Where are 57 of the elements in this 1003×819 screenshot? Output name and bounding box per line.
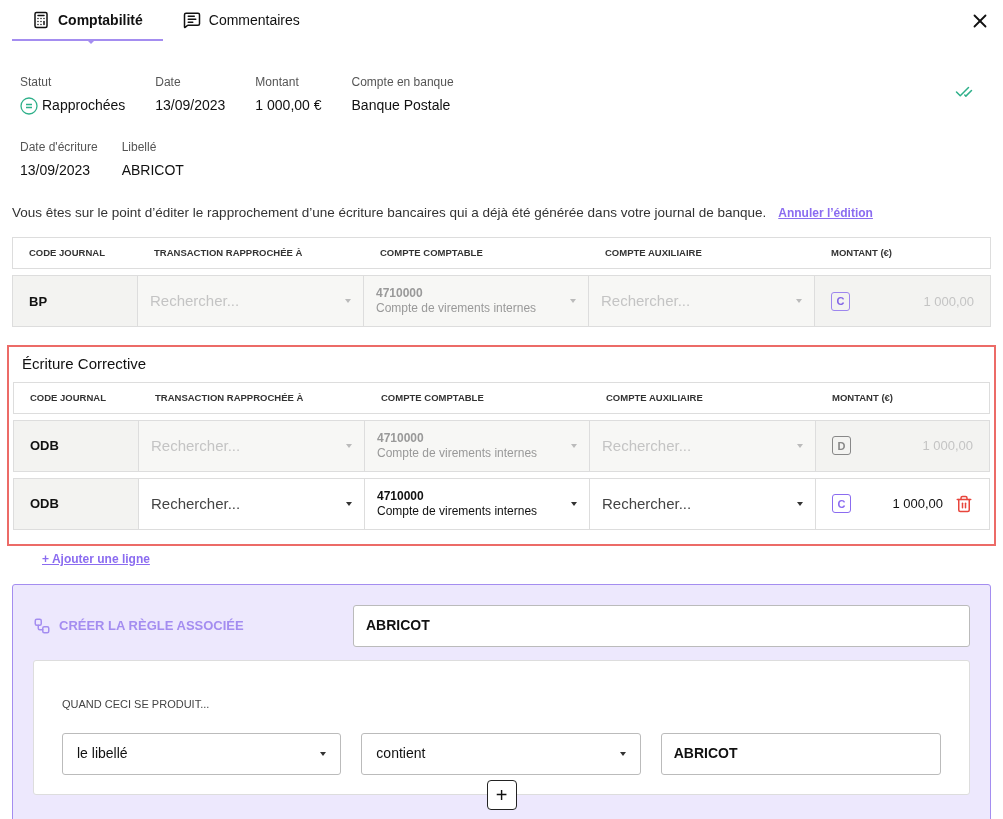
dropdown-caret-icon	[346, 443, 352, 448]
tab-pointer-icon	[87, 40, 96, 44]
rule-name-input[interactable]: ABRICOT	[353, 604, 970, 647]
dropdown-caret-icon	[796, 299, 802, 304]
journal-code: ODB	[30, 495, 59, 513]
column-header: MONTANT (€)	[831, 390, 895, 405]
field-label: Date	[155, 74, 182, 91]
dropdown-caret-icon	[345, 299, 351, 304]
column-header: COMPTE AUXILIAIRE	[604, 246, 703, 261]
dropdown-caret-icon	[320, 751, 327, 756]
comment-icon	[182, 11, 201, 29]
amount-value: 1 000,00	[892, 495, 943, 513]
field-value: Rapprochées	[42, 96, 126, 115]
equals-icon	[20, 96, 38, 115]
section-title: Écriture Corrective	[21, 354, 148, 375]
field-label: Statut	[20, 74, 53, 91]
column-header: TRANSACTION RAPPROCHÉE À	[153, 246, 304, 261]
field-label: Date d'écriture	[20, 139, 98, 156]
tab[interactable]: Comptabilité	[12, 1, 163, 41]
column-header: COMPTE COMPTABLE	[379, 246, 484, 261]
field-value: 13/09/2023	[20, 161, 92, 180]
value-input[interactable]: ABRICOT	[660, 732, 941, 775]
dropdown-caret-icon	[571, 443, 577, 448]
calculator-icon	[32, 11, 50, 29]
column-header: MONTANT (€)	[830, 246, 894, 261]
field-value: ABRICOT	[121, 161, 184, 180]
dropdown-caret-icon	[571, 501, 577, 506]
dropdown-caret-icon	[619, 751, 626, 756]
condition-title: QUAND CECI SE PRODUIT...	[62, 697, 210, 710]
field-value: Banque Postale	[351, 96, 451, 115]
add-line-link[interactable]: + Ajouter une ligne	[42, 549, 150, 568]
dropdown-caret-icon	[797, 443, 803, 448]
field-select[interactable]: le libellé	[62, 732, 342, 775]
dropdown-caret-icon	[346, 501, 352, 506]
journal-code: ODB	[30, 437, 59, 455]
column-header: COMPTE AUXILIAIRE	[605, 390, 704, 405]
field-value: 13/09/2023	[155, 96, 226, 115]
field-label: Libellé	[121, 139, 158, 156]
add-condition-button[interactable]: +	[486, 779, 517, 810]
field-label: Compte en banque	[351, 74, 454, 91]
field-value: 1 000,00 €	[255, 96, 322, 115]
column-header: CODE JOURNAL	[28, 246, 106, 261]
dropdown-caret-icon	[797, 501, 803, 506]
debit-credit-badge[interactable]: C	[832, 494, 851, 514]
notice-text: Vous êtes sur le point d’éditer le rapprochement d’une écriture bancaires qui a déjà été générée dans votre journal de banque.	[12, 204, 767, 222]
column-header: CODE JOURNAL	[29, 390, 107, 405]
column-header: TRANSACTION RAPPROCHÉE À	[154, 390, 305, 405]
rule-title: CRÉER LA RÈGLE ASSOCIÉE	[59, 617, 244, 635]
tab[interactable]: Commentaires	[162, 1, 320, 41]
operator-select[interactable]: contient	[361, 732, 641, 775]
rule-flow-icon	[33, 616, 51, 635]
journal-code: BP	[29, 292, 48, 311]
cancel-edit-link[interactable]: Annuler l’édition	[778, 204, 873, 223]
field-label: Montant	[255, 74, 300, 91]
column-header: COMPTE COMPTABLE	[380, 390, 485, 405]
dropdown-caret-icon	[570, 299, 576, 304]
delete-icon[interactable]	[955, 494, 973, 513]
